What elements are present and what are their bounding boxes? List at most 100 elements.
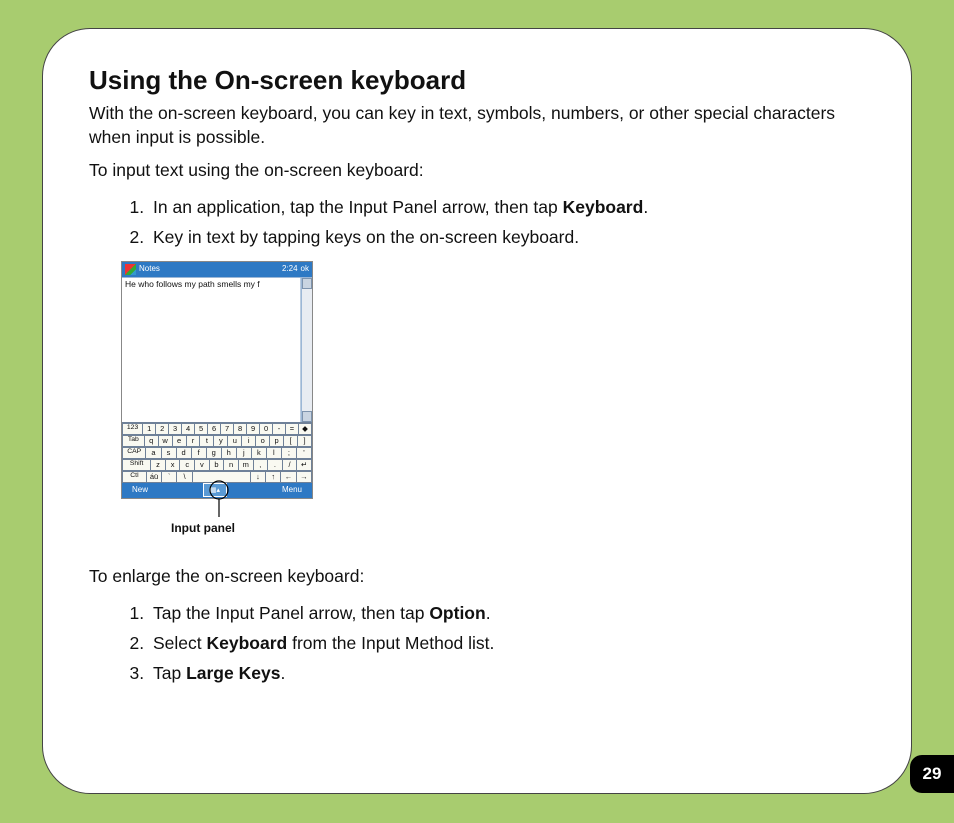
list-item: Tap Large Keys.	[149, 659, 865, 687]
kb-key: l	[266, 447, 281, 459]
lead-in-1: To input text using the on-screen keyboa…	[89, 159, 865, 183]
page-title: Using the On-screen keyboard	[89, 65, 865, 96]
notes-text-area: He who follows my path smells my f	[122, 278, 301, 422]
intro-paragraph: With the on-screen keyboard, you can key…	[89, 102, 865, 149]
kb-key: '	[296, 447, 312, 459]
kb-key: p	[269, 435, 283, 447]
list-item: In an application, tap the Input Panel a…	[149, 193, 865, 221]
kb-key: 0	[259, 423, 272, 435]
kb-key: .	[267, 459, 282, 471]
step-text: Tap	[153, 663, 186, 683]
bottombar-menu: Menu	[282, 486, 302, 494]
kb-key: [	[283, 435, 297, 447]
kb-key: n	[223, 459, 238, 471]
kb-key: ↵	[296, 459, 312, 471]
figure-callout: Input panel	[121, 499, 313, 543]
kb-key: 1	[142, 423, 155, 435]
status-ok: ok	[301, 265, 309, 273]
kb-key: Tab	[122, 435, 144, 447]
step-text: Tap the Input Panel arrow, then tap	[153, 603, 429, 623]
kb-key: i	[241, 435, 255, 447]
kb-key: c	[179, 459, 194, 471]
kb-key: 9	[246, 423, 259, 435]
step-text: .	[486, 603, 491, 623]
kb-key: y	[213, 435, 227, 447]
list-item: Key in text by tapping keys on the on-sc…	[149, 223, 865, 251]
step-text: .	[643, 197, 648, 217]
kb-key: 123	[122, 423, 142, 435]
kb-row: Shift z x c v b n m , . / ↵	[122, 459, 312, 471]
bottombar-new: New	[132, 486, 148, 494]
device-content: He who follows my path smells my f	[122, 277, 312, 422]
kb-key: k	[251, 447, 266, 459]
kb-key: r	[186, 435, 200, 447]
kb-key: m	[238, 459, 253, 471]
kb-key: j	[236, 447, 251, 459]
kb-row: Tab q w e r t y u i o p [ ]	[122, 435, 312, 447]
scroll-up-icon	[302, 278, 312, 289]
list-item: Tap the Input Panel arrow, then tap Opti…	[149, 599, 865, 627]
kb-key: e	[172, 435, 186, 447]
step-bold: Keyboard	[207, 633, 288, 653]
callout-label: Input panel	[171, 521, 235, 535]
kb-row: 123 1 2 3 4 5 6 7 8 9 0 - = ◆	[122, 423, 312, 435]
kb-key: v	[194, 459, 209, 471]
steps-list-1: In an application, tap the Input Panel a…	[89, 193, 865, 251]
kb-key: s	[161, 447, 176, 459]
step-bold: Large Keys	[186, 663, 280, 683]
page-card: Using the On-screen keyboard With the on…	[42, 28, 912, 794]
step-bold: Option	[429, 603, 485, 623]
kb-key: w	[158, 435, 172, 447]
kb-key: -	[272, 423, 285, 435]
kb-key: áü	[146, 471, 161, 483]
status-time: 2:24	[282, 265, 298, 273]
kb-key: =	[285, 423, 298, 435]
kb-key: ;	[281, 447, 296, 459]
steps-list-2: Tap the Input Panel arrow, then tap Opti…	[89, 599, 865, 687]
device-figure: Notes 2:24 ok He who follows my path sme…	[121, 261, 313, 543]
kb-key: z	[150, 459, 165, 471]
kb-key: 7	[220, 423, 233, 435]
kb-key: o	[255, 435, 269, 447]
kb-key: 2	[155, 423, 168, 435]
kb-key: /	[282, 459, 297, 471]
kb-key: t	[199, 435, 213, 447]
kb-key: \	[176, 471, 191, 483]
step-text: .	[280, 663, 285, 683]
kb-key: a	[145, 447, 160, 459]
kb-key: f	[191, 447, 206, 459]
kb-key: CAP	[122, 447, 145, 459]
kb-key: ↑	[265, 471, 280, 483]
kb-key: g	[206, 447, 221, 459]
kb-key: 8	[233, 423, 246, 435]
kb-key: ,	[253, 459, 268, 471]
kb-row: CAP a s d f g h j k l ; '	[122, 447, 312, 459]
step-text: from the Input Method list.	[287, 633, 494, 653]
kb-key: ←	[280, 471, 295, 483]
start-flag-icon	[125, 264, 136, 275]
callout-line-icon	[206, 477, 236, 521]
onscreen-keyboard: 123 1 2 3 4 5 6 7 8 9 0 - = ◆ Tab	[122, 422, 312, 483]
device-titlebar: Notes 2:24 ok	[122, 262, 312, 277]
kb-key: h	[221, 447, 236, 459]
kb-key: →	[296, 471, 312, 483]
scrollbar	[301, 278, 312, 422]
kb-key: x	[165, 459, 180, 471]
page-number-tab: 29	[910, 755, 954, 793]
kb-key: 6	[207, 423, 220, 435]
kb-key: 4	[181, 423, 194, 435]
kb-key: q	[144, 435, 158, 447]
step-text: Select	[153, 633, 207, 653]
kb-key: u	[227, 435, 241, 447]
kb-key: 5	[194, 423, 207, 435]
kb-key: Shift	[122, 459, 150, 471]
list-item: Select Keyboard from the Input Method li…	[149, 629, 865, 657]
step-text: In an application, tap the Input Panel a…	[153, 197, 563, 217]
kb-key: b	[209, 459, 224, 471]
page-number: 29	[923, 764, 942, 784]
step-text: Key in text by tapping keys on the on-sc…	[153, 227, 579, 247]
lead-in-2: To enlarge the on-screen keyboard:	[89, 565, 865, 589]
kb-key: `	[161, 471, 176, 483]
app-title: Notes	[139, 265, 160, 273]
kb-key: ↓	[250, 471, 265, 483]
